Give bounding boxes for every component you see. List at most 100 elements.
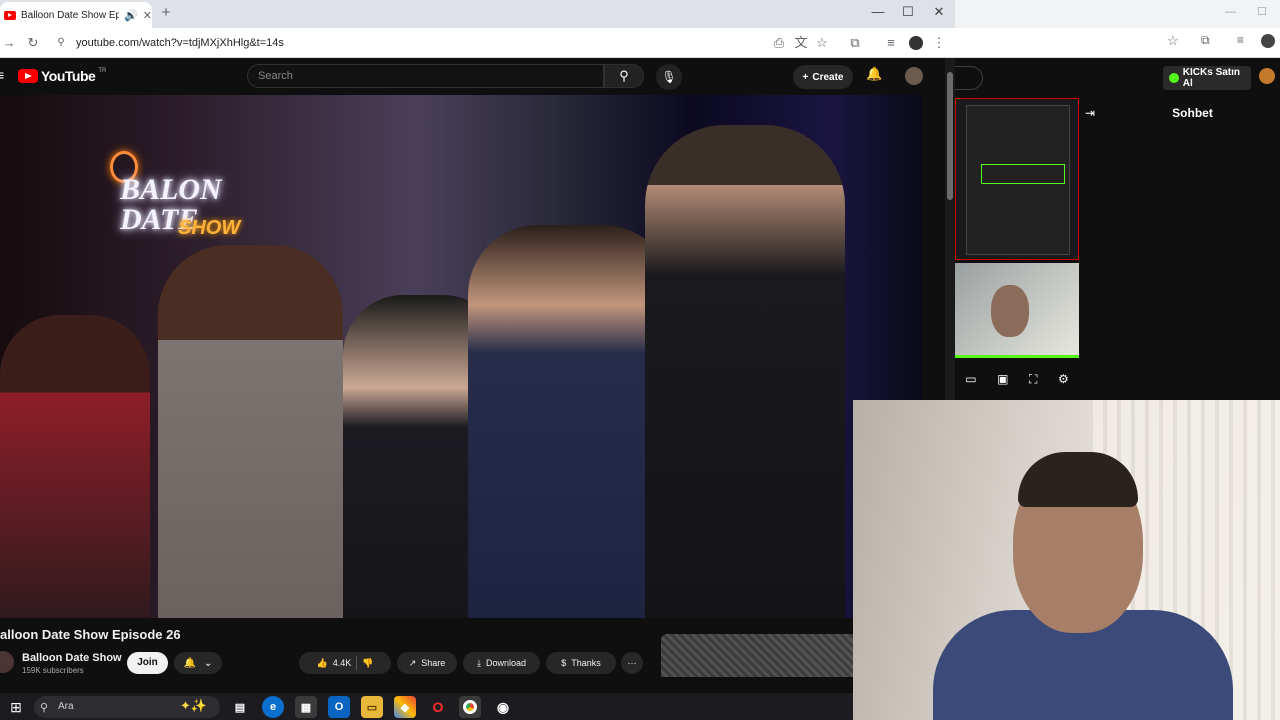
search-button[interactable]: ⚲ — [604, 64, 644, 88]
kick-page: KICKs Satın Al ⇥ Sohbet ▭ ▣ ⛶ ⚙ — [955, 58, 1280, 400]
outlook-icon[interactable]: O — [328, 696, 350, 718]
close-window-icon[interactable]: ✕ — [924, 4, 954, 22]
windows-start-icon[interactable]: ⊞ — [6, 697, 26, 717]
user-avatar[interactable] — [1259, 68, 1275, 84]
extensions-icon[interactable]: ⧉ — [846, 33, 864, 53]
search-highlight-icon[interactable]: ✦✨ — [180, 698, 207, 714]
super-thanks-icon: $ — [561, 658, 567, 668]
edge-browser-icon[interactable]: e — [262, 696, 284, 718]
youtube-play-icon — [18, 69, 38, 83]
forward-icon[interactable]: → — [0, 33, 18, 53]
subscription-bell-button[interactable]: 🔔 ⌄ — [174, 652, 222, 674]
media-control-icon[interactable]: ≡ — [882, 33, 900, 53]
settings-gear-icon[interactable]: ⚙ — [1058, 372, 1069, 386]
new-tab-icon[interactable]: + — [158, 4, 174, 22]
miniplayer-icon[interactable]: ▭ — [965, 372, 976, 386]
reload-icon[interactable]: ↻ — [24, 33, 42, 53]
profile-avatar[interactable] — [909, 36, 923, 50]
audio-level-bar — [955, 355, 1079, 358]
menu-kebab-icon[interactable]: ⋮ — [930, 33, 948, 53]
title-bar: Balloon Date Show Episode 🔊 ✕ + — ☐ ✕ — [0, 0, 955, 28]
region-code: TR — [98, 68, 107, 74]
video-player[interactable]: BALON DATE SHOW — [0, 95, 922, 618]
main-browser-window: Balloon Date Show Episode 🔊 ✕ + — ☐ ✕ → … — [0, 0, 955, 693]
extensions-icon[interactable]: ⧉ — [1201, 33, 1210, 48]
translate-icon[interactable]: 文 — [792, 33, 810, 53]
player-controls: ▭ ▣ ⛶ ⚙ — [955, 368, 1079, 390]
bookmark-star-icon[interactable]: ☆ — [1167, 33, 1179, 49]
video-person — [0, 315, 150, 618]
task-view-icon[interactable]: ▤ — [229, 696, 251, 718]
background-toolbar: ☆ ⧉ ≡ — [955, 28, 1280, 81]
video-person — [158, 245, 343, 618]
video-person — [645, 125, 845, 618]
more-actions-button[interactable]: ⋯ — [621, 652, 643, 674]
notifications-bell-icon[interactable]: 🔔 — [866, 66, 882, 82]
thanks-label: Thanks — [571, 658, 601, 668]
search-icon: ⚲ — [619, 68, 629, 83]
chrome-icon[interactable] — [459, 696, 481, 718]
profile-avatar[interactable] — [1261, 34, 1275, 48]
microsoft-store-icon[interactable]: ▦ — [295, 696, 317, 718]
stream-preview-webcam — [955, 263, 1079, 358]
collapse-chat-icon[interactable]: ⇥ — [1085, 106, 1095, 120]
neon-sign-subtext: SHOW — [178, 217, 241, 239]
browser-toolbar: → ↻ ⚲ youtube.com/watch?v=tdjMXjXhHlg&t=… — [0, 28, 955, 58]
youtube-header: ≡ YouTube TR Search ⚲ 🎙 + Create 🔔 — [0, 58, 945, 95]
tab-title: Balloon Date Show Episode — [21, 9, 119, 21]
channel-avatar[interactable] — [0, 651, 14, 673]
scrollbar-thumb[interactable] — [947, 72, 953, 200]
webcam-overlay — [853, 400, 1280, 720]
copilot-icon[interactable]: ◆ — [394, 696, 416, 718]
sidebar-card[interactable] — [661, 634, 856, 677]
file-explorer-icon[interactable]: ▭ — [361, 696, 383, 718]
bookmark-star-icon[interactable]: ☆ — [813, 33, 831, 53]
thanks-button[interactable]: $ Thanks — [546, 652, 616, 674]
youtube-logo-text: YouTube — [41, 68, 96, 84]
share-button[interactable]: ↗ Share — [397, 652, 457, 674]
like-count[interactable]: 4.4K — [333, 658, 352, 668]
nested-preview — [966, 105, 1070, 255]
kick-buy-button[interactable]: KICKs Satın Al — [1163, 66, 1251, 90]
theater-icon[interactable]: ▣ — [997, 372, 1008, 386]
divider — [356, 656, 358, 670]
chat-title: Sohbet — [1172, 106, 1213, 120]
tab-youtube[interactable]: Balloon Date Show Episode 🔊 ✕ — [0, 2, 152, 28]
thumbs-down-icon[interactable]: 👎 — [362, 658, 373, 669]
speaker-icon[interactable]: 🔊 — [124, 9, 138, 22]
kick-search-edge[interactable] — [955, 66, 983, 90]
media-icon[interactable]: ≡ — [1237, 33, 1244, 47]
maximize-icon[interactable]: ☐ — [1257, 5, 1267, 18]
account-avatar[interactable] — [905, 67, 923, 85]
share-arrow-icon: ↗ — [408, 657, 417, 668]
fullscreen-icon[interactable]: ⛶ — [1029, 372, 1037, 387]
minimize-icon[interactable]: — — [1225, 6, 1236, 18]
install-app-icon[interactable]: ⎙ — [770, 33, 788, 53]
subscriber-count: 159K subscribers — [22, 666, 84, 675]
channel-name[interactable]: Balloon Date Show — [22, 652, 122, 664]
youtube-logo[interactable]: YouTube TR — [18, 68, 106, 84]
site-info-icon[interactable]: ⚲ — [52, 33, 70, 53]
download-button[interactable]: ⤓ Download — [463, 652, 540, 674]
more-horizontal-icon: ⋯ — [627, 657, 637, 668]
background-browser-window: — ☐ ☆ ⧉ ≡ KICKs Satın Al ⇥ Sohbet ▭ ▣ ⛶ — [955, 0, 1280, 400]
create-button[interactable]: + Create — [793, 65, 853, 89]
search-input[interactable]: Search — [247, 64, 604, 88]
maximize-icon[interactable]: ☐ — [893, 4, 923, 22]
windows-taskbar: ⊞ Ara ⚲ ✦✨ ▤ e ▦ O ▭ ◆ O ◉ — [0, 693, 853, 720]
address-bar[interactable]: youtube.com/watch?v=tdjMXjXhHlg&t=14s — [76, 33, 284, 53]
hamburger-menu-icon[interactable]: ≡ — [0, 67, 4, 83]
thumbs-up-icon[interactable]: 👍 — [317, 658, 328, 669]
join-button[interactable]: Join — [127, 652, 168, 674]
voice-search-button[interactable]: 🎙 — [656, 64, 682, 90]
video-title: alloon Date Show Episode 26 — [0, 627, 181, 642]
obs-icon[interactable]: ◉ — [492, 696, 514, 718]
download-icon: ⤓ — [476, 657, 481, 668]
minimize-icon[interactable]: — — [863, 4, 893, 22]
kick-buy-label: KICKs Satın Al — [1182, 67, 1241, 89]
opera-icon[interactable]: O — [427, 696, 449, 718]
youtube-favicon-icon — [4, 10, 16, 20]
close-tab-icon[interactable]: ✕ — [143, 9, 152, 22]
background-titlebar: — ☐ — [955, 0, 1280, 28]
download-label: Download — [485, 658, 526, 668]
